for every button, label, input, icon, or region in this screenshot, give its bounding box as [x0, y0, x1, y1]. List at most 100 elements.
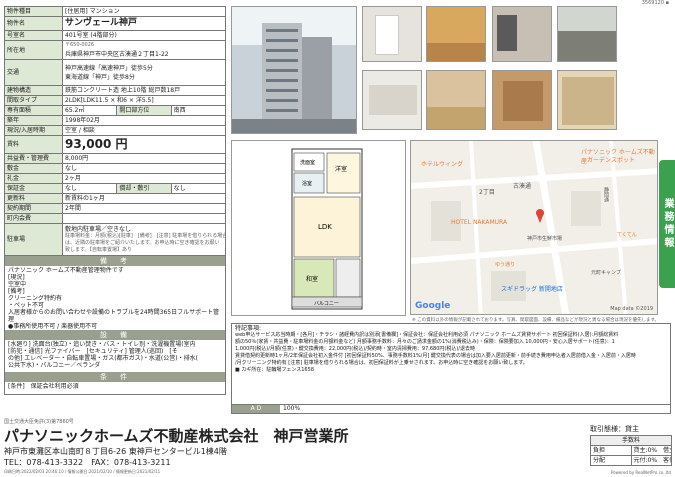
- guarantee-value: なし: [61, 183, 118, 194]
- remarks-line: ■ カギ所在：駐輪場フェンス1658: [235, 367, 314, 373]
- business-info-tab[interactable]: 業務情報: [659, 160, 675, 288]
- direction-label: 開口部方位: [116, 105, 172, 116]
- building-exterior-photo: [231, 6, 357, 134]
- rent-value: 93,000 円: [62, 135, 226, 154]
- company-address: 神戸市東灘区本山南町８丁目6-26 東神戸センタービル1棟4階: [4, 447, 227, 456]
- map-label: 静岡通: [603, 187, 609, 202]
- balcony-photo: [557, 6, 617, 62]
- transit-label: 交通: [4, 59, 63, 86]
- spec-table: 物件種目 [住居用] マンション 物件名 サンヴェール神戸 号室名 401号室 (4階…: [4, 6, 227, 395]
- school-label: 町内会費: [4, 213, 63, 224]
- equipment-line: 公共下水)・バルコニー／ベランダ: [8, 362, 101, 369]
- remarks-line: 1,000円(税込)/月額(任意)・鍵交換費用：22,000円(税込)/契約時・…: [235, 346, 475, 352]
- map-label: スギドラッグ 新開地店: [501, 286, 563, 293]
- structure-value: 鉄筋コンクリート造 地上10階 総戸数18戸: [62, 85, 226, 96]
- layout-label: 間取タイプ: [4, 95, 63, 106]
- map-label: ホテルウィング: [421, 161, 464, 168]
- kitchen-photo: [362, 70, 422, 130]
- kind-value: [住居用] マンション: [62, 6, 226, 17]
- notes-line: パナソニック ホームズ不動産管理物件です: [8, 267, 124, 274]
- company-name: パナソニックホームズ不動産株式会社 神戸営業所: [4, 427, 349, 445]
- direction-value: 南西: [170, 105, 227, 116]
- area-label: 専有面積: [4, 105, 63, 116]
- status-label: 現況/入居時期: [4, 125, 63, 136]
- deposit-label: 敷金: [4, 163, 63, 174]
- remarks-line: web申込サービス応当時期・[各月]・チラシ・諸経費内訳は別添[書備欄]・保証会…: [235, 332, 619, 338]
- remarks-line: 額の50％(家賃・共益費・駐車場料金の月額料金など) 月額事務手数料：月々のご請…: [235, 339, 615, 345]
- layout-value: 2LDK[LDK11.5 × 和6 × 洋5.5]: [62, 95, 226, 106]
- parking-line4: 致します。【自転車置場】あり: [65, 246, 133, 253]
- map-label: ゆう通り: [495, 262, 516, 268]
- map-label: ガーデンスポット: [587, 157, 635, 164]
- notes-title: 備 考: [5, 256, 225, 266]
- notes-line: [備考]: [8, 288, 25, 295]
- license-number: 国土交通大臣免許(3)第7860号: [4, 419, 74, 425]
- amort-label: 償却・敷引: [116, 183, 172, 194]
- fee-table-title: 手数料: [590, 435, 672, 446]
- room-label: 号室名: [4, 30, 63, 41]
- parking-line3: は、近隣の駐車場をご紹介いたします。お申込時に空き確認をお願い: [65, 239, 220, 246]
- transit-line1: 神戸高速線「高速神戸」徒歩5分: [65, 64, 153, 72]
- map-label: 2丁目: [479, 189, 495, 196]
- location-map[interactable]: ホテルウィング パナソニック ホームズ不動産 ガーデンスポット 古湊通 2丁目 …: [410, 140, 658, 315]
- footer: 国土交通大臣免許(3)第7860号 パナソニックホームズ不動産株式会社 神戸営業…: [4, 418, 584, 474]
- fee-row-value: 貸主:0% 借主:100%: [630, 445, 672, 456]
- remarks-line: 賃貸借契約更新時1ヶ月/2年保証会社初入金件付 [初回保証料50%、事務手数料1…: [235, 353, 636, 359]
- print-info: 印刷日時:2022/02/03 20:46:10 / 情報公開日:2021/02…: [4, 469, 161, 474]
- fee-row-label: 負担: [590, 445, 632, 456]
- remarks-title: 特記事項:: [235, 325, 262, 332]
- name-value: サンヴェール神戸: [62, 16, 226, 31]
- guarantee-label: 保証金: [4, 183, 63, 194]
- remarks-line: /月クリーニング特約有 [注意] 駐車場を借りられる場合は、初回保証料が上乗せさ…: [235, 360, 528, 366]
- room-photo: [492, 6, 552, 62]
- fp-room-label: 洗面室: [300, 159, 315, 166]
- transit-line2: 東海道線「神戸」徒歩8分: [65, 73, 135, 81]
- notes-line: 入居者様からのお問い合わせや設備のトラブルを24時間365日フルサポート管理: [8, 309, 220, 323]
- deal-title: 取引態様：貸主: [590, 425, 639, 433]
- area-value: 65.2㎡: [61, 105, 118, 116]
- entrance-photo: [557, 70, 617, 130]
- living-room-photo: [426, 6, 486, 62]
- map-label: 神戸市生鮮市場: [527, 236, 563, 242]
- structure-label: 建物構造: [4, 85, 63, 96]
- room-value: 401号室 (4階部分): [62, 30, 226, 41]
- deal-box: 取引態様：貸主 手数料 負担貸主:0% 借主:100% 分配元付:0% 客付:1…: [590, 424, 672, 466]
- fee-value: 8,000円: [62, 153, 226, 164]
- equipment-line: [防犯・通信] 光ファイバー [セキュリティ] 管理人(巡回) [そ: [8, 348, 178, 355]
- name-label: 物件名: [4, 16, 63, 31]
- bathroom-photo: [362, 6, 422, 62]
- fee-label: 共益費・管理費: [4, 153, 63, 164]
- parking-line2: 駐車場料金：月額(税込)[駐車] [備考] [注意] 駐車場を借りられる場合: [65, 232, 226, 239]
- kind-label: 物件種目: [4, 6, 63, 17]
- built-label: 築年: [4, 115, 63, 126]
- fp-room-label: 洋室: [335, 165, 347, 173]
- notes-line: 空室中: [8, 281, 27, 288]
- fee-row-label: 分配: [590, 455, 632, 466]
- key-label: 礼金: [4, 173, 63, 184]
- notes-section: 備 考 パナソニック ホームズ不動産管理物件です [現況] 空室中 [備考] ク…: [4, 256, 226, 395]
- equipment-title: 設 備: [5, 330, 225, 340]
- deposit-value: なし: [62, 163, 226, 174]
- notes-line: ●事務所使用不可 / 楽器使用不可: [8, 323, 98, 330]
- status-value: 空室 / 相談: [62, 125, 226, 136]
- ad-row: A D 100%: [231, 405, 671, 414]
- property-code: 3569120 ▪: [641, 0, 669, 6]
- term-label: 契約期間: [4, 203, 63, 214]
- address-value: 兵庫県神戸市中央区古湊通２丁目1-22: [65, 51, 169, 58]
- fp-room-label: バルコニー: [314, 301, 339, 307]
- map-label: HOTEL NAKAMURA: [451, 219, 508, 226]
- address-label: 所在地: [4, 40, 63, 60]
- built-value: 1998年02月: [62, 115, 226, 126]
- parking-line1: 敷地内駐車場／空きなし: [65, 225, 132, 233]
- dining-photo: [492, 70, 552, 130]
- ad-value: 100%: [283, 405, 301, 412]
- map-label: てくてん: [617, 232, 637, 238]
- notes-line: クリーニング特約有: [8, 295, 63, 302]
- term-value: 2年間: [62, 203, 226, 214]
- fp-room-label: 浴室: [302, 180, 312, 187]
- ad-label: A D: [232, 405, 280, 413]
- rent-label: 賃料: [4, 135, 63, 154]
- map-label: 古湊通: [513, 183, 532, 190]
- conditions-title: 条 件: [5, 372, 225, 382]
- renew-value: 新賃料の1ヶ月: [62, 193, 226, 204]
